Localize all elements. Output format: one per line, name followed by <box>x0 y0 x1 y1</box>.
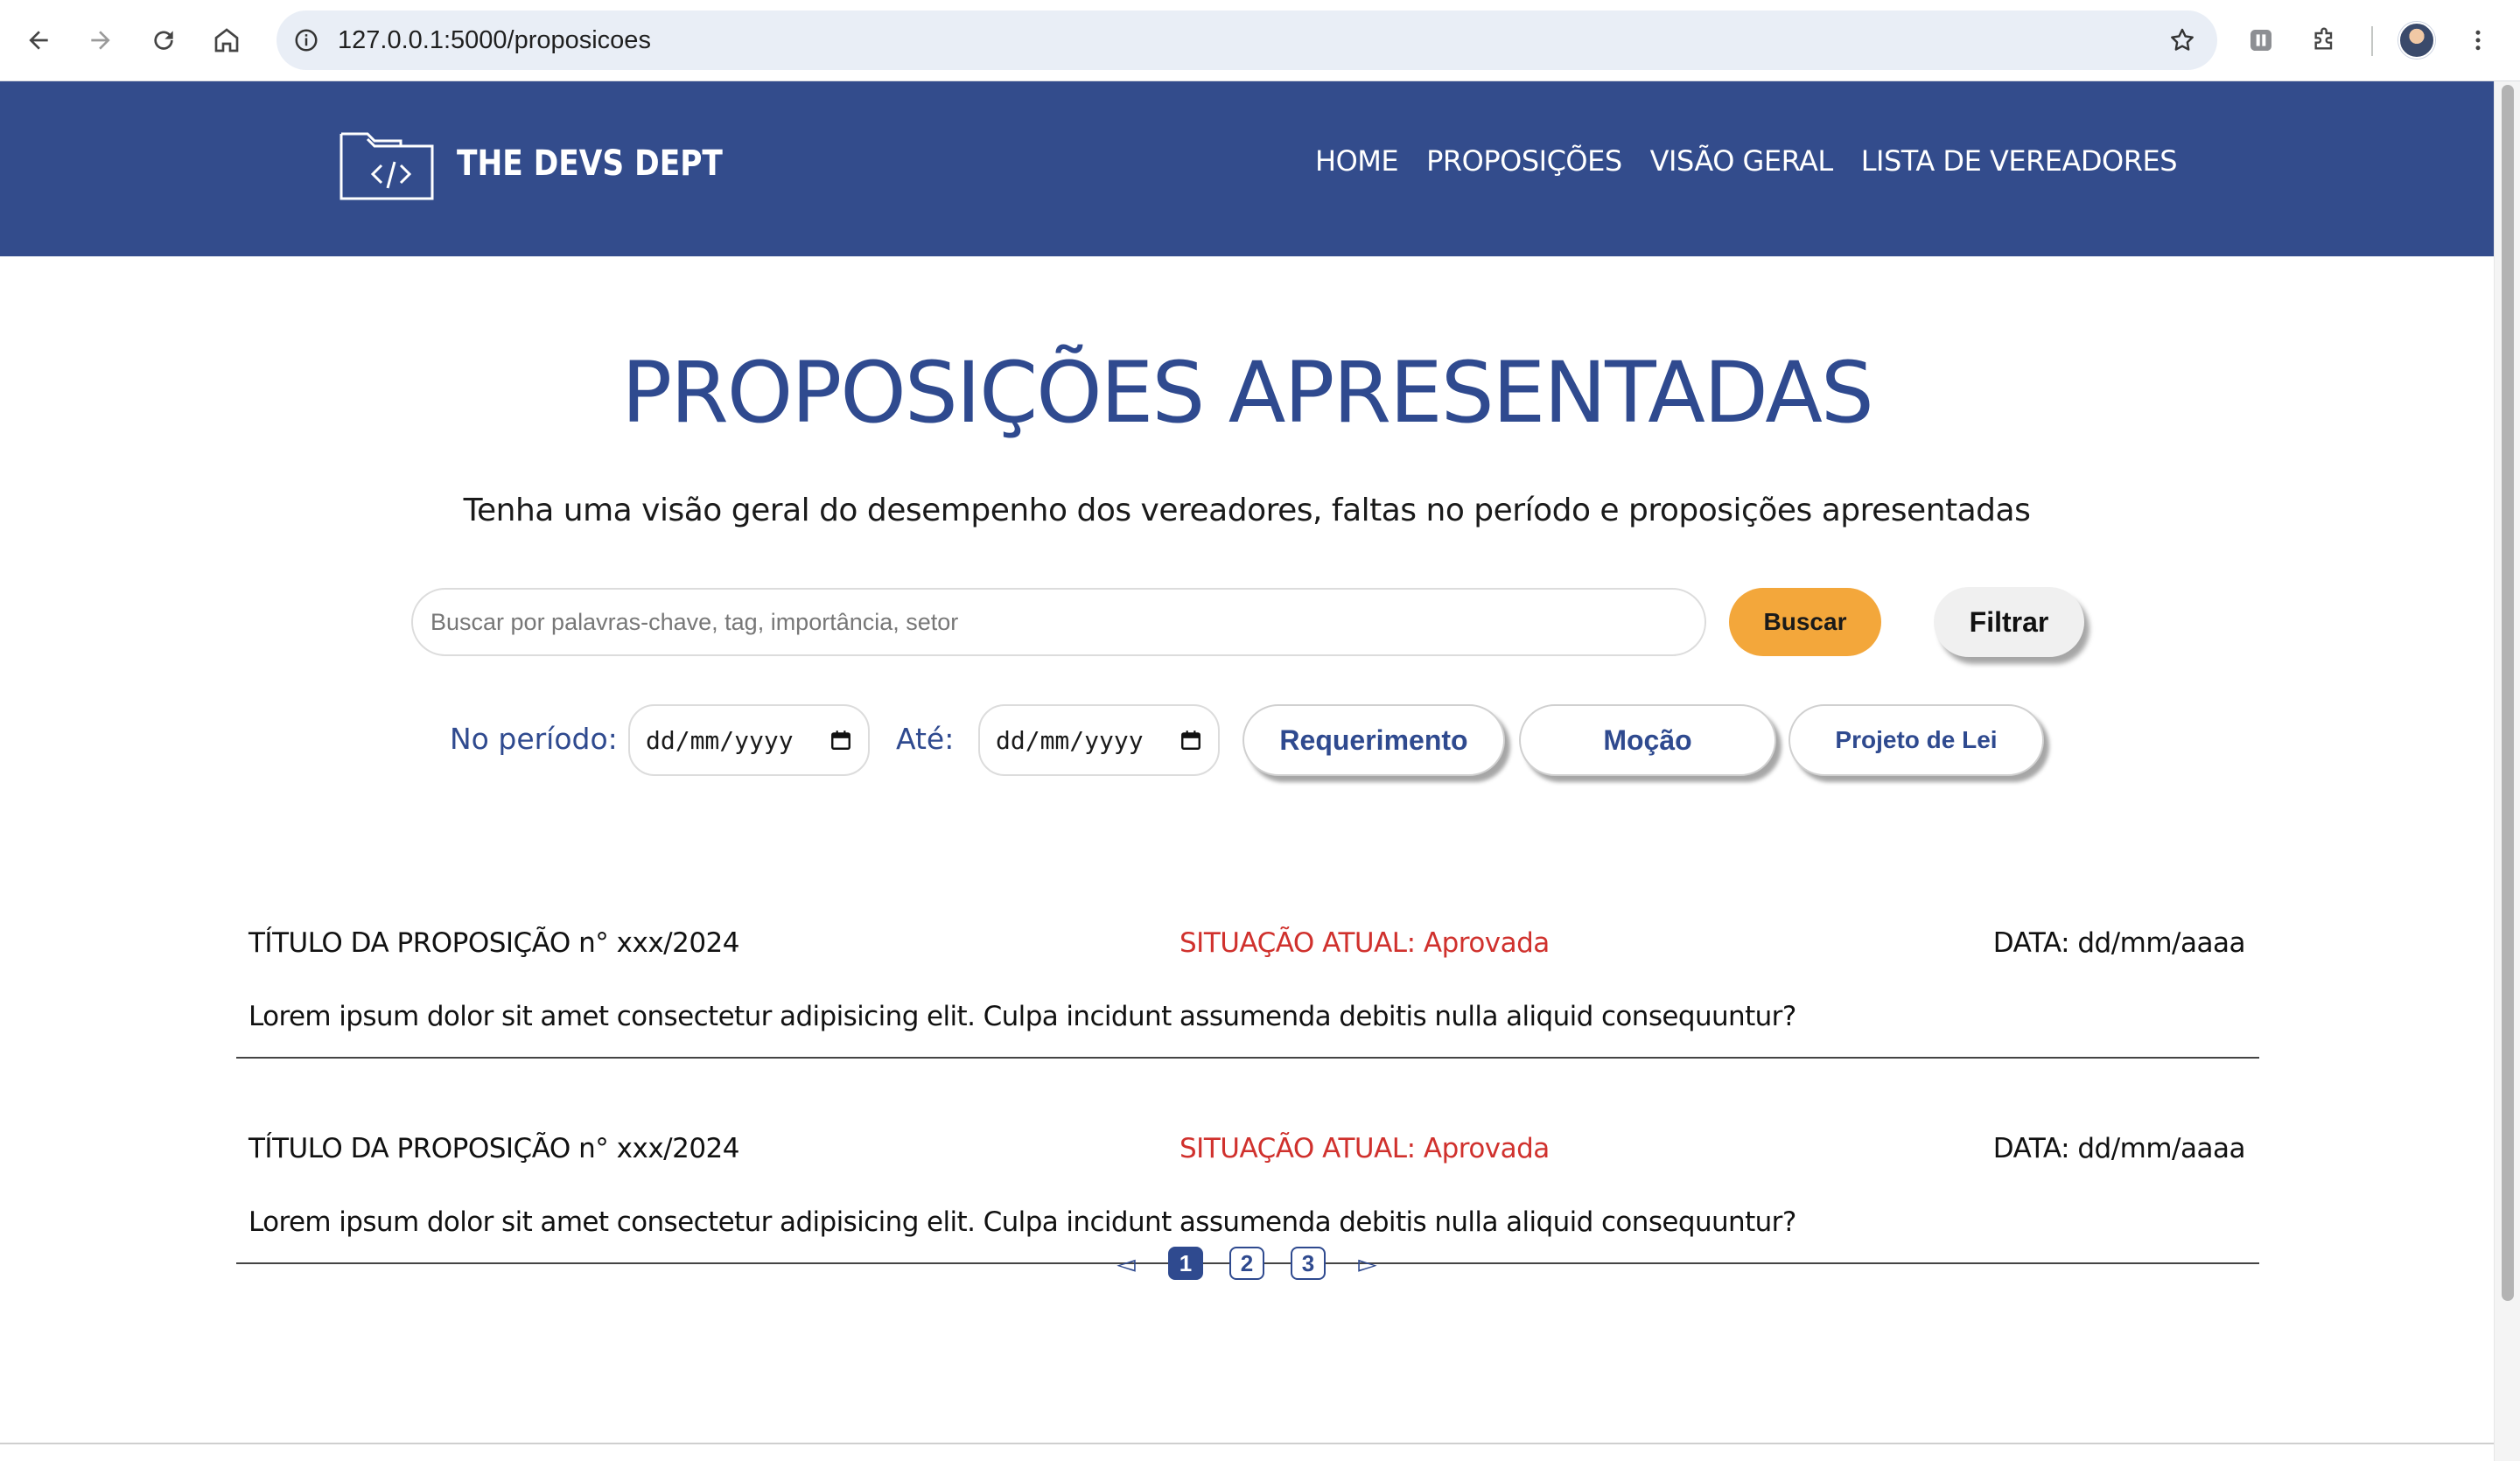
site-info-icon[interactable] <box>289 23 324 58</box>
forward-icon[interactable] <box>80 19 122 61</box>
home-icon[interactable] <box>206 19 248 61</box>
page-2-button[interactable]: 2 <box>1229 1247 1264 1280</box>
filter-button[interactable]: Filtrar <box>1934 587 2084 657</box>
puzzle-icon[interactable] <box>2303 19 2345 61</box>
type-projeto-de-lei-button[interactable]: Projeto de Lei <box>1788 704 2044 776</box>
proposal-title: TÍTULO DA PROPOSIÇÃO n° xxx/2024 <box>248 1133 740 1164</box>
proposal-title: TÍTULO DA PROPOSIÇÃO n° xxx/2024 <box>248 927 740 959</box>
type-requerimento-button[interactable]: Requerimento <box>1242 704 1505 776</box>
next-page-icon[interactable]: ▻ <box>1352 1249 1383 1278</box>
bookmark-star-icon[interactable] <box>2165 23 2200 58</box>
type-mocao-button[interactable]: Moção <box>1519 704 1776 776</box>
nav-home[interactable]: HOME <box>1315 144 1399 178</box>
period-label: No período: <box>450 722 618 756</box>
browser-toolbar: 127.0.0.1:5000/proposicoes <box>0 0 2520 81</box>
url-text[interactable]: 127.0.0.1:5000/proposicoes <box>338 10 651 70</box>
page-title: PROPOSIÇÕES APRESENTADAS <box>621 344 1874 442</box>
site-header: THE DEVS DEPT HOME PROPOSIÇÕES VISÃO GER… <box>0 81 2494 256</box>
kebab-menu-icon[interactable] <box>2460 19 2496 61</box>
date-to-field[interactable]: dd/mm/yyyy <box>978 704 1220 776</box>
nav-proposicoes[interactable]: PROPOSIÇÕES <box>1426 144 1622 178</box>
folder-code-icon <box>340 132 434 200</box>
date-from-field[interactable]: dd/mm/yyyy <box>628 704 870 776</box>
proposal-item[interactable]: TÍTULO DA PROPOSIÇÃO n° xxx/2024 SITUAÇÃ… <box>236 1115 2259 1264</box>
date-to-value: dd/mm/yyyy <box>996 725 1144 755</box>
proposal-item[interactable]: TÍTULO DA PROPOSIÇÃO n° xxx/2024 SITUAÇÃ… <box>236 910 2259 1059</box>
proposal-date: DATA: dd/mm/aaaa <box>1992 927 2246 959</box>
nav-visao-geral[interactable]: VISÃO GERAL <box>1650 144 1834 178</box>
page-1-button[interactable]: 1 <box>1168 1247 1203 1280</box>
until-label: Até: <box>896 722 955 756</box>
address-bar[interactable]: 127.0.0.1:5000/proposicoes <box>276 10 2217 70</box>
site-logo[interactable]: THE DEVS DEPT <box>338 125 766 202</box>
prev-page-icon[interactable]: ◅ <box>1110 1249 1142 1278</box>
pagination: ◅ 1 2 3 ▻ <box>0 1247 2494 1280</box>
proposal-status: SITUAÇÃO ATUAL: Aprovada <box>1180 927 1550 959</box>
extension-icon[interactable] <box>2240 19 2282 61</box>
search-button[interactable]: Buscar <box>1729 588 1881 656</box>
proposal-description: Lorem ipsum dolor sit amet consectetur a… <box>248 1001 1796 1032</box>
calendar-icon[interactable] <box>1180 729 1202 751</box>
brand-name: THE DEVS DEPT <box>457 143 723 184</box>
page-subtitle: Tenha uma visão geral do desempenho dos … <box>463 493 2031 528</box>
page-viewport: THE DEVS DEPT HOME PROPOSIÇÕES VISÃO GER… <box>0 81 2494 1461</box>
toolbar-divider <box>2371 26 2373 56</box>
profile-avatar[interactable] <box>2396 19 2438 61</box>
proposal-description: Lorem ipsum dolor sit amet consectetur a… <box>248 1206 1796 1238</box>
reload-icon[interactable] <box>143 19 185 61</box>
scrollbar-thumb[interactable] <box>2502 85 2514 1301</box>
page-scrollbar[interactable] <box>2494 81 2520 1461</box>
nav-lista-vereadores[interactable]: LISTA DE VEREADORES <box>1861 144 2178 178</box>
back-icon[interactable] <box>18 19 60 61</box>
date-from-value: dd/mm/yyyy <box>646 725 794 755</box>
page-3-button[interactable]: 3 <box>1291 1247 1326 1280</box>
footer-divider <box>0 1443 2494 1444</box>
proposal-status: SITUAÇÃO ATUAL: Aprovada <box>1180 1133 1550 1164</box>
proposal-date: DATA: dd/mm/aaaa <box>1992 1133 2246 1164</box>
search-input[interactable] <box>411 588 1706 656</box>
main-nav: HOME PROPOSIÇÕES VISÃO GERAL LISTA DE VE… <box>1315 144 2177 178</box>
calendar-icon[interactable] <box>830 729 852 751</box>
